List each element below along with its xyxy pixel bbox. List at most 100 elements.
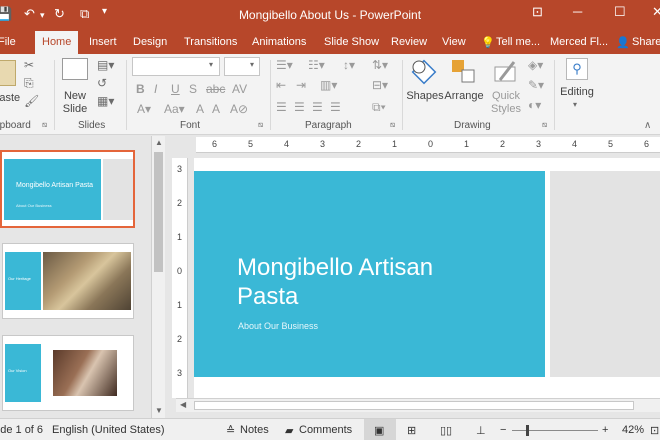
- tab-view[interactable]: View: [442, 36, 466, 48]
- bullets-icon[interactable]: ☰▾: [276, 58, 293, 72]
- zoom-slider[interactable]: [512, 430, 598, 431]
- italic-icon[interactable]: I: [154, 82, 157, 96]
- comments-button[interactable]: Comments: [299, 424, 352, 436]
- slide-show-icon[interactable]: ⊥: [476, 424, 486, 437]
- cut-icon[interactable]: ✂: [24, 58, 34, 72]
- font-name-dropdown-icon[interactable]: ▾: [209, 60, 213, 69]
- tab-animations[interactable]: Animations: [252, 36, 306, 48]
- slide-thumbnail-1[interactable]: Mongibello Artisan Pasta About Our Busin…: [0, 150, 135, 228]
- paste-icon[interactable]: [0, 60, 16, 86]
- tab-insert[interactable]: Insert: [89, 36, 117, 48]
- thumbnails-scrollbar[interactable]: ▲ ▼: [151, 136, 165, 418]
- clear-formatting-icon[interactable]: A⊘: [230, 102, 248, 116]
- tab-design[interactable]: Design: [133, 36, 167, 48]
- layout-icon[interactable]: ▤▾: [97, 58, 114, 72]
- scroll-up-icon[interactable]: ▲: [155, 138, 163, 147]
- change-case-icon[interactable]: Aa▾: [164, 102, 185, 116]
- share-button[interactable]: Share: [632, 36, 660, 48]
- slide-title[interactable]: Mongibello Artisan Pasta: [237, 253, 497, 311]
- collapse-ribbon-icon[interactable]: ∧: [644, 120, 651, 131]
- paragraph-launcher-icon[interactable]: ⧅: [390, 120, 395, 130]
- arrange-button[interactable]: Arrange: [444, 90, 484, 103]
- decrease-font-icon[interactable]: A: [212, 102, 220, 116]
- arrange-icon[interactable]: [450, 58, 478, 86]
- tab-home[interactable]: Home: [35, 31, 79, 54]
- h-scrollbar-thumb[interactable]: [194, 401, 634, 410]
- tab-transitions[interactable]: Transitions: [184, 36, 237, 48]
- editing-button[interactable]: Editing: [556, 86, 598, 99]
- shapes-icon[interactable]: [410, 58, 440, 88]
- tab-file[interactable]: File: [0, 36, 16, 48]
- close-icon[interactable]: ✕: [652, 4, 660, 20]
- minimize-icon[interactable]: ─: [573, 4, 582, 19]
- new-slide-icon[interactable]: [62, 58, 88, 80]
- scroll-left-icon[interactable]: ◀: [180, 400, 186, 409]
- font-size-dropdown-icon[interactable]: ▾: [250, 60, 254, 69]
- reading-view-icon[interactable]: ▯▯: [440, 424, 452, 437]
- increase-indent-icon[interactable]: ⇥: [296, 78, 306, 92]
- slide-subtitle[interactable]: About Our Business: [238, 321, 318, 331]
- scrollbar-thumb[interactable]: [154, 152, 163, 272]
- font-name-box[interactable]: [132, 57, 220, 76]
- slide-sorter-icon[interactable]: ⊞: [407, 424, 416, 437]
- line-spacing-icon[interactable]: ↕▾: [343, 58, 355, 72]
- shape-fill-icon[interactable]: ◈▾: [528, 58, 543, 72]
- tab-slide-show[interactable]: Slide Show: [324, 36, 379, 48]
- new-slide-button[interactable]: New Slide: [58, 90, 92, 116]
- smartart-icon[interactable]: ⧉▾: [372, 100, 386, 115]
- font-color-icon[interactable]: A▾: [137, 102, 151, 116]
- drawing-launcher-icon[interactable]: ⧅: [542, 120, 547, 130]
- paste-button[interactable]: Paste: [0, 92, 20, 105]
- section-icon[interactable]: ▦▾: [97, 94, 114, 108]
- notes-icon[interactable]: ≙: [226, 424, 235, 437]
- numbering-icon[interactable]: ☷▾: [308, 58, 325, 72]
- align-left-icon[interactable]: ☰: [276, 100, 287, 114]
- increase-font-icon[interactable]: A: [196, 102, 204, 116]
- font-launcher-icon[interactable]: ⧅: [258, 120, 263, 130]
- font-size-box[interactable]: [224, 57, 260, 76]
- justify-icon[interactable]: ☰: [330, 100, 341, 114]
- shape-effects-icon[interactable]: ◐▾: [528, 98, 541, 112]
- decrease-indent-icon[interactable]: ⇤: [276, 78, 286, 92]
- copy-icon[interactable]: ⎘: [24, 76, 34, 91]
- normal-view-icon[interactable]: ▣: [374, 424, 384, 437]
- zoom-level[interactable]: 42%: [622, 424, 644, 436]
- slide-thumbnail-3[interactable]: Our Vision: [2, 335, 134, 411]
- reset-icon[interactable]: ↺: [97, 76, 107, 90]
- slide-counter[interactable]: Slide 1 of 6: [0, 424, 43, 436]
- zoom-slider-thumb[interactable]: [526, 425, 529, 436]
- quick-styles-button[interactable]: Quick Styles: [486, 90, 526, 116]
- underline-icon[interactable]: U: [171, 82, 180, 96]
- comments-icon[interactable]: ▰: [285, 424, 293, 437]
- zoom-out-icon[interactable]: −: [500, 424, 506, 436]
- editor-horizontal-scrollbar[interactable]: ◀: [176, 398, 660, 412]
- scroll-down-icon[interactable]: ▼: [155, 406, 163, 415]
- shadow-icon[interactable]: S: [189, 82, 197, 96]
- align-right-icon[interactable]: ☰: [312, 100, 323, 114]
- zoom-in-icon[interactable]: +: [602, 424, 608, 436]
- character-spacing-icon[interactable]: AV: [232, 82, 247, 96]
- language-indicator[interactable]: English (United States): [52, 424, 165, 436]
- notes-button[interactable]: Notes: [240, 424, 269, 436]
- shapes-button[interactable]: Shapes: [406, 90, 444, 103]
- search-icon[interactable]: ⚲: [566, 58, 588, 80]
- clipboard-launcher-icon[interactable]: ⧅: [42, 120, 47, 130]
- ribbon-display-options-icon[interactable]: ⊡: [532, 4, 543, 20]
- current-slide[interactable]: Mongibello Artisan Pasta About Our Busin…: [194, 158, 660, 398]
- tab-review[interactable]: Review: [391, 36, 427, 48]
- text-direction-icon[interactable]: ⇅▾: [372, 58, 388, 72]
- user-name[interactable]: Merced Fl...: [550, 36, 608, 48]
- maximize-icon[interactable]: ☐: [614, 4, 626, 20]
- align-center-icon[interactable]: ☰: [294, 100, 305, 114]
- strikethrough-icon[interactable]: abc: [206, 82, 225, 96]
- shape-outline-icon[interactable]: ✎▾: [528, 78, 544, 92]
- bold-icon[interactable]: B: [136, 82, 145, 96]
- image-placeholder[interactable]: [550, 171, 660, 377]
- format-painter-icon[interactable]: 🖌: [24, 94, 39, 108]
- align-text-icon[interactable]: ⊟▾: [372, 78, 388, 92]
- tell-me-box[interactable]: Tell me...: [496, 36, 540, 48]
- quick-styles-icon[interactable]: [492, 58, 520, 86]
- slide-thumbnail-2[interactable]: Our Heritage: [2, 243, 134, 319]
- columns-icon[interactable]: ▥▾: [320, 78, 337, 92]
- editing-dropdown-icon[interactable]: ▾: [573, 100, 577, 109]
